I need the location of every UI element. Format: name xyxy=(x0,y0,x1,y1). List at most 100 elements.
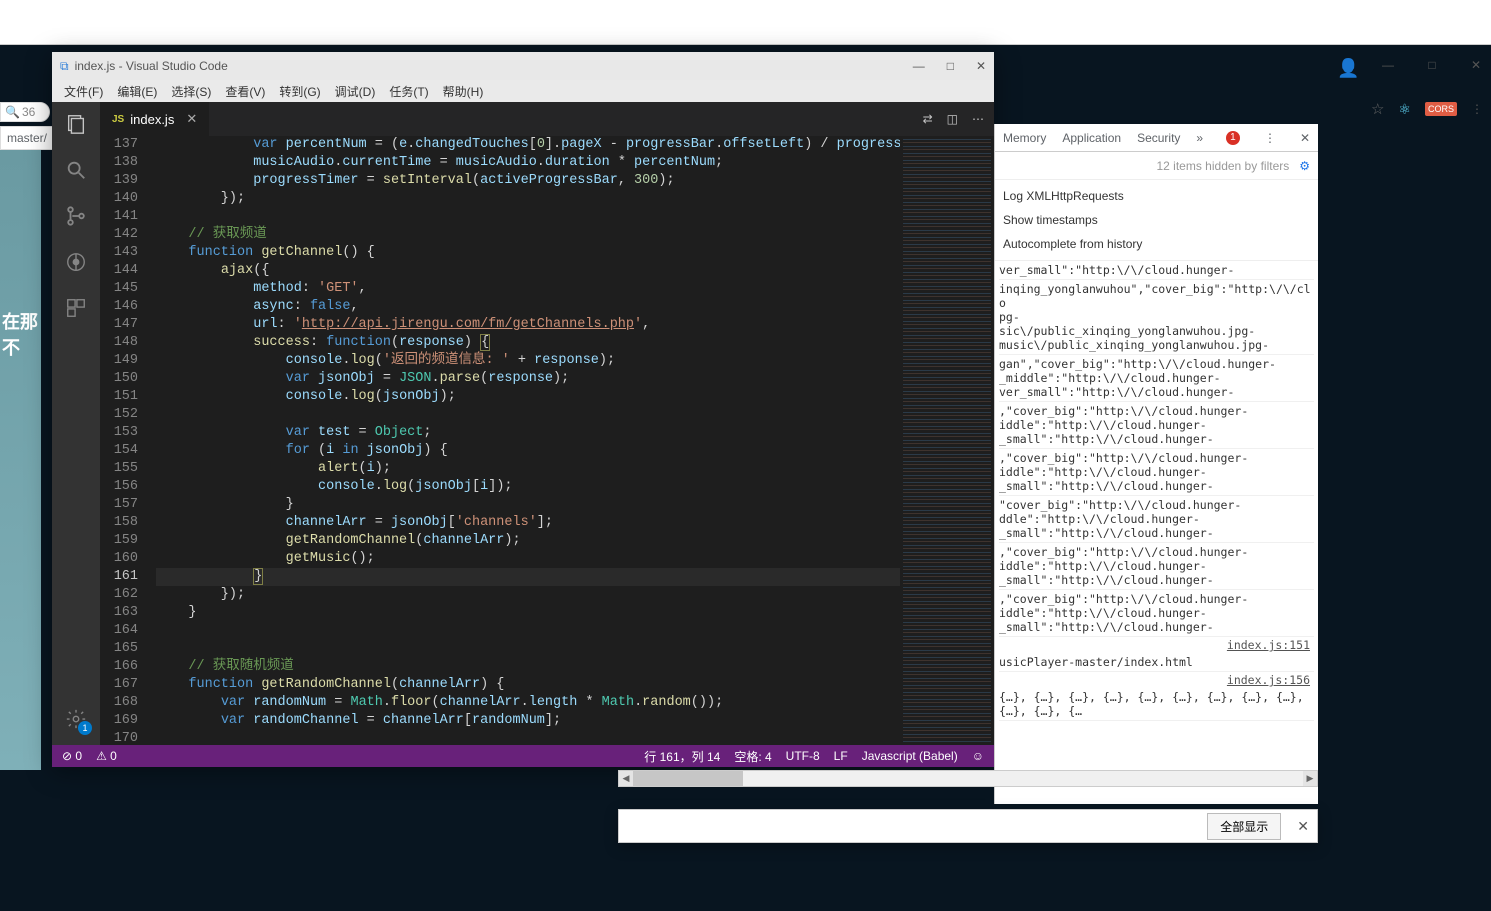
vscode-close-icon[interactable]: ✕ xyxy=(976,59,986,73)
filter-hidden-text: 12 items hidden by filters xyxy=(1157,159,1290,173)
devtools-more-tabs-icon[interactable]: » xyxy=(1196,131,1203,145)
devtools-tabbar: Memory Application Security » 1 ⋮ ✕ xyxy=(995,124,1318,152)
close-icon[interactable]: ✕ xyxy=(1469,58,1483,79)
maximize-icon[interactable]: □ xyxy=(1425,58,1439,79)
show-all-button[interactable]: 全部显示 xyxy=(1207,813,1281,840)
menu-item[interactable]: 文件(F) xyxy=(58,83,109,100)
scroll-left-arrow-icon[interactable]: ◀ xyxy=(619,771,633,786)
search-engine-fragment[interactable]: 🔍36 xyxy=(0,102,50,122)
console-message: inqing_yonglanwuhou","cover_big":"http:\… xyxy=(999,280,1314,355)
menu-item[interactable]: 转到(G) xyxy=(273,83,326,100)
devtools-close-icon[interactable]: ✕ xyxy=(1300,131,1310,145)
status-indentation[interactable]: 空格: 4 xyxy=(734,748,771,765)
split-editor-icon[interactable]: ◫ xyxy=(947,112,958,126)
status-eol[interactable]: LF xyxy=(834,749,848,763)
console-message: gan","cover_big":"http:\/\/cloud.hunger-… xyxy=(999,355,1314,402)
horizontal-scrollbar[interactable]: ◀ ▶ xyxy=(618,770,1318,787)
menu-item[interactable]: 调试(D) xyxy=(329,83,382,100)
console-source-link[interactable]: index.js:151 xyxy=(999,637,1314,653)
react-devtools-icon[interactable]: ⚛ xyxy=(1398,101,1411,118)
vscode-minimize-icon[interactable]: — xyxy=(913,59,925,73)
search-icon[interactable] xyxy=(64,158,88,182)
code-content[interactable]: var percentNum = (e.changedTouches[0].pa… xyxy=(156,136,900,745)
console-settings-options: Log XMLHttpRequestsShow timestampsAutoco… xyxy=(995,180,1318,261)
chrome-menu-icon[interactable]: ⋮ xyxy=(1471,102,1483,116)
minimize-icon[interactable]: — xyxy=(1381,58,1395,79)
toast-close-icon[interactable]: ✕ xyxy=(1297,818,1309,835)
devtools-panel: Memory Application Security » 1 ⋮ ✕ 12 i… xyxy=(994,124,1318,804)
chrome-top-frame xyxy=(0,0,1491,45)
tab-close-icon[interactable]: ✕ xyxy=(186,111,197,127)
scroll-thumb[interactable] xyxy=(633,771,743,786)
console-message: ,"cover_big":"http:\/\/cloud.hunger- idd… xyxy=(999,590,1314,637)
bookmark-star-icon[interactable]: ☆ xyxy=(1371,100,1384,118)
menu-item[interactable]: 选择(S) xyxy=(165,83,217,100)
editor-area: JS index.js ✕ ⇄ ◫ ⋯ 13713813914014114214… xyxy=(100,102,994,745)
console-filter-bar: 12 items hidden by filters ⚙ xyxy=(995,152,1318,180)
url-fragment: master/ xyxy=(0,126,54,150)
vscode-menubar[interactable]: 文件(F)编辑(E)选择(S)查看(V)转到(G)调试(D)任务(T)帮助(H) xyxy=(52,80,994,102)
user-avatar-icon[interactable]: 👤 xyxy=(1337,58,1351,79)
tab-filename: index.js xyxy=(130,112,174,127)
status-cursor-position[interactable]: 行 161，列 14 xyxy=(644,748,720,765)
settings-badge: 1 xyxy=(78,721,92,735)
status-feedback-icon[interactable]: ☺ xyxy=(972,749,984,763)
status-language[interactable]: Javascript (Babel) xyxy=(862,749,958,763)
explorer-icon[interactable] xyxy=(64,112,88,136)
console-message: ,"cover_big":"http:\/\/cloud.hunger- idd… xyxy=(999,402,1314,449)
source-control-icon[interactable] xyxy=(64,204,88,228)
compare-changes-icon[interactable]: ⇄ xyxy=(923,112,933,126)
devtools-tab-application[interactable]: Application xyxy=(1062,131,1121,145)
console-settings-icon[interactable]: ⚙ xyxy=(1299,159,1310,173)
extensions-icon[interactable] xyxy=(64,296,88,320)
editor-actions: ⇄ ◫ ⋯ xyxy=(923,102,994,136)
activity-bar: 1 xyxy=(52,102,100,745)
vscode-window-controls: — □ ✕ xyxy=(913,59,986,73)
vscode-titlebar[interactable]: ⧉ index.js - Visual Studio Code — □ ✕ xyxy=(52,52,994,80)
status-errors[interactable]: ⊘ 0 xyxy=(62,749,82,763)
devtools-tab-memory[interactable]: Memory xyxy=(1003,131,1046,145)
console-option[interactable]: Log XMLHttpRequests xyxy=(1003,184,1310,208)
more-actions-icon[interactable]: ⋯ xyxy=(972,112,984,126)
vscode-maximize-icon[interactable]: □ xyxy=(947,59,954,73)
line-gutter: 1371381391401411421431441451461471481491… xyxy=(100,136,156,745)
code-editor[interactable]: 1371381391401411421431441451461471481491… xyxy=(100,136,994,745)
devtools-menu-icon[interactable]: ⋮ xyxy=(1264,131,1276,145)
menu-item[interactable]: 任务(T) xyxy=(383,83,434,100)
devtools-error-badge[interactable]: 1 xyxy=(1226,131,1240,145)
devtools-tab-security[interactable]: Security xyxy=(1137,131,1180,145)
status-warnings[interactable]: ⚠ 0 xyxy=(96,749,117,763)
console-message: ver_small":"http:\/\/cloud.hunger- xyxy=(999,261,1314,280)
console-object-row[interactable]: {…}, {…}, {…}, {…}, {…}, {…}, {…}, {…}, … xyxy=(999,688,1314,721)
vscode-window: ⧉ index.js - Visual Studio Code — □ ✕ 文件… xyxy=(52,52,994,767)
scroll-right-arrow-icon[interactable]: ▶ xyxy=(1303,771,1317,786)
console-message: ,"cover_big":"http:\/\/cloud.hunger- idd… xyxy=(999,449,1314,496)
debug-icon[interactable] xyxy=(64,250,88,274)
minimap[interactable] xyxy=(900,136,994,745)
console-source-link[interactable]: index.js:156 xyxy=(999,672,1314,688)
background-page-text: 在那不 xyxy=(2,308,41,360)
settings-gear-icon[interactable]: 1 xyxy=(64,707,88,731)
status-bar: ⊘ 0 ⚠ 0 行 161，列 14 空格: 4 UTF-8 LF Javasc… xyxy=(52,745,994,767)
notification-toast: 全部显示 ✕ xyxy=(618,809,1318,843)
console-source-link[interactable]: usicPlayer-master/index.html xyxy=(999,653,1314,672)
menu-item[interactable]: 帮助(H) xyxy=(437,83,490,100)
vscode-logo-icon: ⧉ xyxy=(60,59,69,74)
menu-item[interactable]: 查看(V) xyxy=(219,83,271,100)
chrome-toolbar-right: ☆ ⚛ CORS ⋮ xyxy=(1371,100,1483,118)
background-page-panel: 在那不 xyxy=(0,150,41,770)
error-count-badge: 1 xyxy=(1226,131,1240,145)
status-encoding[interactable]: UTF-8 xyxy=(786,749,820,763)
vscode-title-text: index.js - Visual Studio Code xyxy=(75,59,228,73)
editor-tabs: JS index.js ✕ ⇄ ◫ ⋯ xyxy=(100,102,994,136)
console-option[interactable]: Autocomplete from history xyxy=(1003,232,1310,256)
console-message: "cover_big":"http:\/\/cloud.hunger- ddle… xyxy=(999,496,1314,543)
cors-extension-icon[interactable]: CORS xyxy=(1425,102,1457,116)
tab-index-js[interactable]: JS index.js ✕ xyxy=(100,102,210,136)
console-option[interactable]: Show timestamps xyxy=(1003,208,1310,232)
console-output[interactable]: ver_small":"http:\/\/cloud.hunger-inqing… xyxy=(995,261,1318,804)
console-message: ,"cover_big":"http:\/\/cloud.hunger- idd… xyxy=(999,543,1314,590)
chrome-window-controls: 👤 — □ ✕ xyxy=(1337,58,1483,79)
menu-item[interactable]: 编辑(E) xyxy=(111,83,163,100)
js-file-icon: JS xyxy=(112,114,124,125)
